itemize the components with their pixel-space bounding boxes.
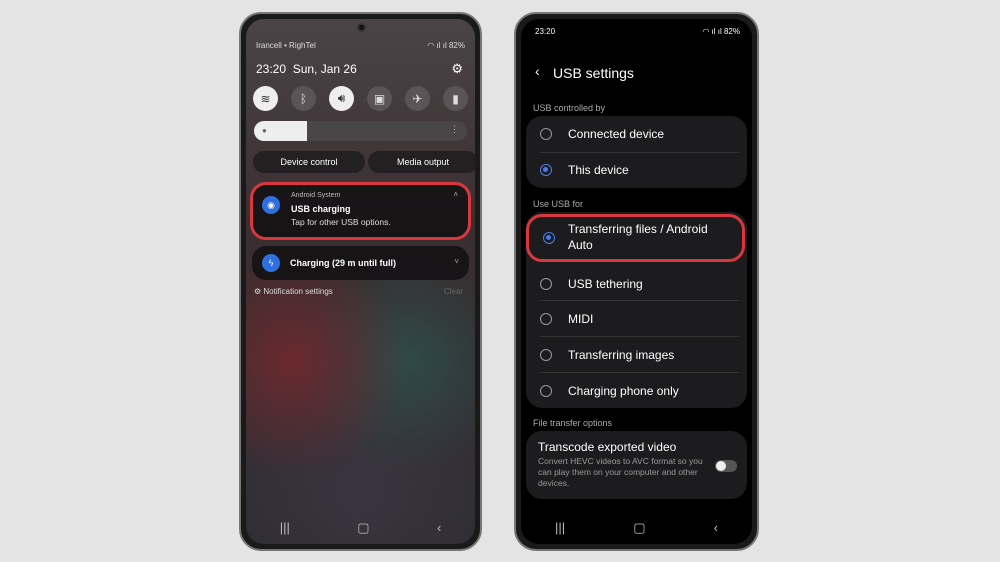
usb-notification[interactable]: ◉ Android System USB charging Tap for ot… bbox=[250, 182, 471, 240]
recents-button[interactable]: ||| bbox=[280, 520, 290, 536]
radio-selected[interactable] bbox=[543, 232, 555, 244]
nav-bar: ||| ▢ ‹ bbox=[521, 520, 752, 536]
radio[interactable] bbox=[540, 349, 552, 361]
charging-notification[interactable]: ϟ Charging (29 m until full) ˅ bbox=[252, 246, 469, 280]
signal-icon: ◠ ıl ıl bbox=[427, 41, 449, 50]
flashlight-toggle[interactable]: ▮ bbox=[443, 86, 468, 111]
page-title: USB settings bbox=[553, 65, 634, 81]
transcode-title: Transcode exported video bbox=[538, 440, 677, 454]
option-transferring-images[interactable]: Transferring images bbox=[526, 338, 747, 372]
transcode-desc: Convert HEVC videos to AVC format so you… bbox=[538, 456, 703, 489]
section-header: File transfer options bbox=[533, 418, 613, 428]
brightness-slider[interactable]: ● ⋮ bbox=[254, 121, 467, 141]
brightness-fill: ● bbox=[254, 121, 308, 141]
battery-label: ◠ ıl ıl 82% bbox=[702, 27, 740, 36]
clock: 23:20 bbox=[535, 27, 556, 36]
notification-app: Android System bbox=[291, 192, 341, 199]
radio[interactable] bbox=[540, 313, 552, 325]
charging-text: Charging (29 m until full) bbox=[290, 258, 396, 268]
bolt-icon: ϟ bbox=[262, 254, 280, 272]
option-charging-only[interactable]: Charging phone only bbox=[526, 374, 747, 408]
back-button[interactable]: ‹ bbox=[437, 520, 441, 536]
transcode-setting[interactable]: Transcode exported video Convert HEVC vi… bbox=[526, 431, 747, 499]
nav-bar: ||| ▢ ‹ bbox=[246, 520, 475, 536]
use-for-group: Transferring files / Android Auto USB te… bbox=[526, 212, 747, 408]
more-icon[interactable]: ⋮ bbox=[450, 124, 459, 135]
chevron-up-icon[interactable]: ˄ bbox=[453, 190, 458, 199]
device-control-button[interactable]: Device control bbox=[253, 151, 365, 173]
home-button[interactable]: ▢ bbox=[357, 520, 369, 536]
battery-label: ◠ ıl ıl 82% bbox=[427, 41, 465, 50]
media-output-button[interactable]: Media output bbox=[368, 151, 475, 173]
option-connected-device[interactable]: Connected device bbox=[526, 116, 747, 152]
controlled-by-group: Connected device This device bbox=[526, 116, 747, 188]
settings-gear-icon[interactable]: ⚙ bbox=[451, 61, 463, 77]
option-usb-tethering[interactable]: USB tethering bbox=[526, 268, 747, 300]
usb-settings-screen: 23:20 ◠ ıl ıl 82% ‹ USB settings USB con… bbox=[521, 19, 752, 544]
radio[interactable] bbox=[540, 278, 552, 290]
notification-panel: Irancell • RighTel ◠ ıl ıl 82% 23:20 Sun… bbox=[246, 19, 475, 544]
bluetooth-toggle[interactable]: ᛒ bbox=[291, 86, 316, 111]
recents-button[interactable]: ||| bbox=[555, 520, 565, 536]
notification-text: Tap for other USB options. bbox=[291, 217, 391, 227]
home-button[interactable]: ▢ bbox=[633, 520, 645, 536]
radio[interactable] bbox=[540, 128, 552, 140]
notification-title: USB charging bbox=[291, 204, 351, 214]
clear-button[interactable]: Clear bbox=[444, 287, 463, 296]
lock-icon[interactable]: ▣ bbox=[367, 86, 392, 111]
carrier-label: Irancell • RighTel bbox=[256, 41, 316, 50]
back-icon[interactable]: ‹ bbox=[535, 63, 540, 79]
airplane-toggle[interactable]: ✈ bbox=[405, 86, 430, 111]
transcode-toggle[interactable] bbox=[715, 460, 737, 472]
right-phone: 23:20 ◠ ıl ıl 82% ‹ USB settings USB con… bbox=[514, 12, 759, 551]
usb-icon: ◉ bbox=[262, 196, 280, 214]
radio-selected[interactable] bbox=[540, 164, 552, 176]
camera bbox=[356, 23, 366, 32]
section-header: USB controlled by bbox=[533, 103, 606, 113]
clock: 23:20 Sun, Jan 26 bbox=[256, 62, 357, 76]
wifi-toggle[interactable]: ≋ bbox=[253, 86, 278, 111]
option-this-device[interactable]: This device bbox=[526, 152, 747, 188]
section-header: Use USB for bbox=[533, 199, 584, 209]
chevron-down-icon[interactable]: ˅ bbox=[454, 257, 459, 266]
radio[interactable] bbox=[540, 385, 552, 397]
option-midi[interactable]: MIDI bbox=[526, 302, 747, 336]
sound-toggle[interactable]: 🔊︎ bbox=[329, 86, 354, 111]
notification-settings-link[interactable]: ⚙ Notification settings bbox=[254, 287, 333, 296]
option-transferring-files[interactable]: Transferring files / Android Auto bbox=[526, 214, 745, 262]
left-phone: Irancell • RighTel ◠ ıl ıl 82% 23:20 Sun… bbox=[239, 12, 482, 551]
back-button[interactable]: ‹ bbox=[714, 520, 718, 536]
